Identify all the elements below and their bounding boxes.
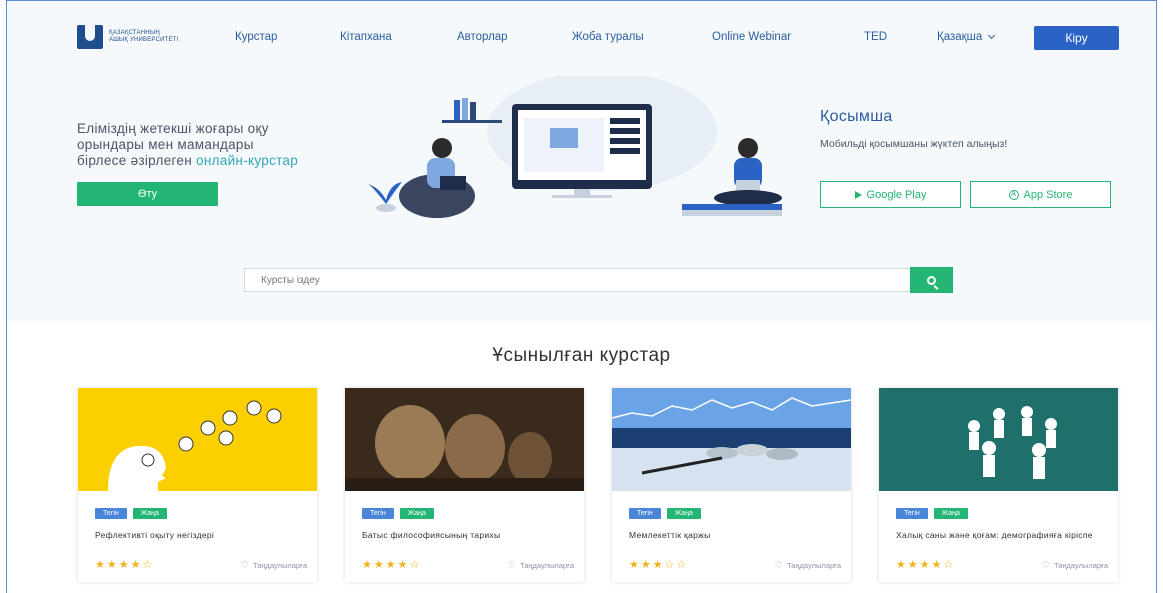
- course-thumbnail-philosophers: [345, 388, 584, 491]
- new-tag: Жаңа: [132, 508, 167, 519]
- course-card[interactable]: Тегін Жаңа Халық саны және қоғам: демогр…: [879, 388, 1118, 582]
- course-card[interactable]: Тегін Жаңа Батыс философиясының тарихы ★…: [345, 388, 584, 582]
- hero-text-line3: бірлесе әзірлеген онлайн-курстар: [77, 153, 377, 169]
- add-to-favorites-link[interactable]: ♡ Таңдаулыларға: [1042, 560, 1108, 571]
- nav-library[interactable]: Кітапхана: [340, 31, 392, 43]
- hero-illustration: [368, 76, 782, 218]
- rating-stars: ★★★★☆: [896, 559, 956, 571]
- heart-icon: ♡: [507, 560, 516, 570]
- app-store-label: App Store: [1023, 188, 1073, 201]
- course-title[interactable]: Халық саны және қоғам: демографияға кірі…: [896, 530, 1106, 541]
- free-tag: Тегін: [362, 508, 394, 519]
- google-play-button[interactable]: Google Play: [820, 181, 961, 208]
- search-button[interactable]: [910, 267, 953, 293]
- free-tag: Тегін: [629, 508, 661, 519]
- site-logo[interactable]: ҚАЗАҚСТАННЫҢ АШЫҚ УНИВЕРСИТЕТІ: [77, 25, 179, 49]
- course-card[interactable]: Тегін Жаңа Рефлективті оқыту негіздері ★…: [78, 388, 317, 582]
- hero-text-line3-prefix: бірлесе әзірлеген: [77, 153, 197, 168]
- new-tag: Жаңа: [933, 508, 968, 519]
- course-search-input[interactable]: [244, 268, 911, 292]
- heart-icon: ♡: [240, 560, 249, 570]
- app-store-icon: A: [1008, 189, 1019, 200]
- language-label: Қазақша: [937, 31, 983, 43]
- new-tag: Жаңа: [666, 508, 701, 519]
- course-tags: Тегін Жаңа: [95, 508, 167, 519]
- featured-courses-title: Ұсынылған курстар: [492, 345, 671, 366]
- hero-banner: Еліміздің жетекші жоғары оқу орындары ме…: [7, 76, 1156, 321]
- heart-icon: ♡: [774, 560, 783, 570]
- hero-text-line1: Еліміздің жетекші жоғары оқу: [77, 121, 269, 136]
- app-store-button[interactable]: A App Store: [970, 181, 1111, 208]
- login-button[interactable]: Кіру: [1034, 26, 1119, 50]
- app-section-subtitle: Мобильді қосымшаны жүктеп алыңыз!: [820, 138, 1008, 150]
- heart-icon: ♡: [1041, 560, 1050, 570]
- course-tags: Тегін Жаңа: [896, 508, 968, 519]
- search-icon: [927, 275, 936, 285]
- free-tag: Тегін: [95, 508, 127, 519]
- course-title[interactable]: Мемлекеттік қаржы: [629, 530, 839, 541]
- logo-text: ҚАЗАҚСТАННЫҢ АШЫҚ УНИВЕРСИТЕТІ: [109, 30, 179, 43]
- free-tag: Тегін: [896, 508, 928, 519]
- course-title[interactable]: Батыс философиясының тарихы: [362, 530, 572, 541]
- nav-courses[interactable]: Курстар: [235, 31, 277, 43]
- favorites-label: Таңдаулыларға: [253, 561, 307, 570]
- course-thumbnail-finance: [611, 388, 852, 491]
- course-card[interactable]: Тегін Жаңа Мемлекеттік қаржы ★★★☆☆ ♡ Таң…: [611, 388, 852, 582]
- nav-about[interactable]: Жоба туралы: [572, 31, 644, 43]
- google-play-label: Google Play: [866, 188, 927, 201]
- favorites-label: Таңдаулыларға: [520, 561, 574, 570]
- page-frame: ҚАЗАҚСТАННЫҢ АШЫҚ УНИВЕРСИТЕТІ Курстар К…: [6, 0, 1157, 593]
- add-to-favorites-link[interactable]: ♡ Таңдаулыларға: [508, 560, 574, 571]
- hero-text-line2: орындары мен мамандары: [77, 137, 254, 152]
- nav-webinar[interactable]: Online Webinar: [712, 31, 791, 43]
- hero-text: Еліміздің жетекші жоғары оқу орындары ме…: [77, 121, 377, 169]
- course-tags: Тегін Жаңа: [629, 508, 701, 519]
- favorites-label: Таңдаулыларға: [787, 561, 841, 570]
- site-header: ҚАЗАҚСТАННЫҢ АШЫҚ УНИВЕРСИТЕТІ Курстар К…: [7, 1, 1156, 76]
- language-selector[interactable]: Қазақша: [937, 31, 996, 43]
- course-thumbnail-ideas: [78, 388, 317, 491]
- rating-stars: ★★★★☆: [362, 559, 422, 571]
- favorites-label: Таңдаулыларға: [1054, 561, 1108, 570]
- course-thumbnail-population: [879, 388, 1118, 491]
- app-section-title: Қосымша: [820, 108, 893, 125]
- chevron-down-icon: [988, 31, 996, 40]
- play-icon: [854, 190, 862, 199]
- rating-stars: ★★★☆☆: [629, 559, 689, 571]
- add-to-favorites-link[interactable]: ♡ Таңдаулыларға: [241, 560, 307, 571]
- new-tag: Жаңа: [399, 508, 434, 519]
- rating-stars: ★★★★☆: [95, 559, 155, 571]
- logo-mark-icon: [77, 25, 103, 49]
- go-button[interactable]: Өту: [77, 182, 218, 206]
- course-title[interactable]: Рефлективті оқыту негіздері: [95, 530, 305, 541]
- add-to-favorites-link[interactable]: ♡ Таңдаулыларға: [775, 560, 841, 571]
- hero-text-accent: онлайн-курстар: [196, 153, 299, 168]
- course-tags: Тегін Жаңа: [362, 508, 434, 519]
- nav-ted[interactable]: TED: [864, 31, 887, 43]
- nav-authors[interactable]: Авторлар: [457, 31, 508, 43]
